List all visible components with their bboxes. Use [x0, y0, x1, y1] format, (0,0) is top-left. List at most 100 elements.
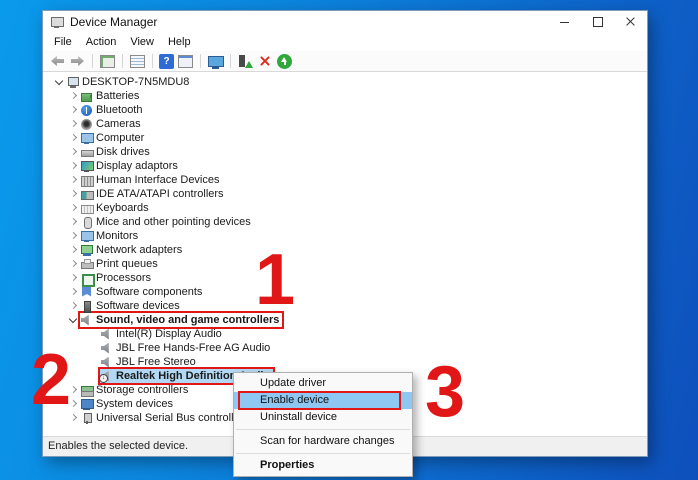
tree-item-bluetooth[interactable]: Bluetooth	[43, 103, 647, 117]
print-queue-icon	[81, 259, 93, 270]
chevron-icon[interactable]	[67, 285, 80, 299]
monitor-blue	[81, 133, 93, 144]
chevron-icon	[87, 341, 100, 355]
tree-item-print-queues[interactable]: Print queues	[43, 257, 647, 271]
tree-item-jbl-free-stereo[interactable]: JBL Free Stereo	[43, 355, 647, 369]
context-menu-item-update-driver[interactable]: Update driver	[234, 375, 412, 392]
computer-icon	[67, 77, 79, 88]
speaker-icon	[81, 315, 93, 326]
speaker-icon	[101, 357, 113, 368]
tree-item-monitors[interactable]: Monitors	[43, 229, 647, 243]
close-button[interactable]	[614, 11, 647, 33]
annotation-2: 2	[28, 344, 74, 416]
tree-item-label: JBL Free Stereo	[116, 356, 196, 368]
tree-item-label: Batteries	[96, 90, 139, 102]
toolbar-separator	[122, 54, 123, 68]
tree-item-label: IDE ATA/ATAPI controllers	[96, 188, 224, 200]
tree-item-label: Disk drives	[96, 146, 150, 158]
battery-icon	[81, 91, 93, 102]
ide-controller-icon	[81, 189, 93, 200]
tree-item-software-components[interactable]: Software components	[43, 285, 647, 299]
chevron-icon[interactable]	[67, 215, 80, 229]
tree-item-label: Cameras	[96, 118, 141, 130]
scan-changes-icon-button[interactable]	[277, 54, 292, 69]
tree-item-jbl-free-hands-free-ag-audio[interactable]: JBL Free Hands-Free AG Audio	[43, 341, 647, 355]
context-menu: Update driver Enable device Uninstall de…	[233, 372, 413, 477]
chevron-icon	[87, 369, 100, 383]
menu-view[interactable]: View	[123, 34, 161, 50]
chevron-icon[interactable]	[67, 187, 80, 201]
tree-item-label: Monitors	[96, 230, 138, 242]
update-driver-icon-button[interactable]	[237, 53, 254, 70]
menu-action[interactable]: Action	[79, 34, 124, 50]
tree-item-keyboards[interactable]: Keyboards	[43, 201, 647, 215]
uninstall-icon-button[interactable]	[257, 53, 274, 70]
annotation-3: 3	[422, 356, 468, 428]
context-menu-separator	[236, 429, 410, 430]
tree-item-intel-r-display-audio[interactable]: Intel(R) Display Audio	[43, 327, 647, 341]
tree-item-ide-ata-atapi-controllers[interactable]: IDE ATA/ATAPI controllers	[43, 187, 647, 201]
properties-window-icon-button[interactable]	[177, 53, 194, 70]
context-menu-item-scan-for-hardware-changes[interactable]: Scan for hardware changes	[234, 433, 412, 450]
context-menu-item-properties[interactable]: Properties	[234, 457, 412, 474]
chevron-icon[interactable]	[67, 201, 80, 215]
back-icon-button[interactable]	[49, 53, 66, 70]
chevron-icon[interactable]	[67, 89, 80, 103]
tree-item-label: Software devices	[96, 300, 180, 312]
tree-item-human-interface-devices[interactable]: Human Interface Devices	[43, 173, 647, 187]
chevron-icon[interactable]	[67, 257, 80, 271]
processor-icon	[81, 273, 93, 284]
chevron-icon[interactable]	[67, 103, 80, 117]
tree-item-batteries[interactable]: Batteries	[43, 89, 647, 103]
chevron-icon[interactable]	[67, 145, 80, 159]
title-bar[interactable]: Device Manager	[43, 11, 647, 33]
menu-file[interactable]: File	[47, 34, 79, 50]
chevron-icon[interactable]	[67, 299, 80, 313]
tree-item-processors[interactable]: Processors	[43, 271, 647, 285]
context-menu-separator	[236, 453, 410, 454]
minimize-button[interactable]	[548, 11, 581, 33]
speaker-disabled-icon	[101, 371, 113, 382]
chevron-icon[interactable]	[67, 243, 80, 257]
chevron-icon[interactable]	[53, 75, 66, 89]
console-tree-icon-button[interactable]	[99, 53, 116, 70]
menu-help[interactable]: Help	[161, 34, 198, 50]
tree-item-label: Bluetooth	[96, 104, 142, 116]
chevron-icon[interactable]	[67, 117, 80, 131]
chevron-icon[interactable]	[67, 131, 80, 145]
tree-item-network-adapters[interactable]: Network adapters	[43, 243, 647, 257]
chevron-icon[interactable]	[67, 173, 80, 187]
camera-icon	[81, 119, 93, 130]
chevron-icon[interactable]	[67, 159, 80, 173]
remote-computer-icon-button[interactable]	[207, 53, 224, 70]
speaker-icon	[101, 343, 113, 354]
tree-item-display-adaptors[interactable]: Display adaptors	[43, 159, 647, 173]
system-device-icon	[81, 399, 93, 410]
keyboard-icon	[81, 203, 93, 214]
chevron-icon[interactable]	[67, 313, 80, 327]
forward-icon-button[interactable]	[69, 53, 86, 70]
chevron-icon[interactable]	[67, 271, 80, 285]
tree-item-sound-video-and-game-controllers[interactable]: Sound, video and game controllers	[43, 313, 647, 327]
context-menu-item-enable-device[interactable]: Enable device	[234, 392, 412, 409]
device-manager-icon	[51, 17, 64, 28]
network-adapter-icon	[81, 245, 93, 256]
tree-item-cameras[interactable]: Cameras	[43, 117, 647, 131]
tree-item-computer[interactable]: Computer	[43, 131, 647, 145]
help-icon-button[interactable]	[159, 54, 174, 69]
tree-item-label: Mice and other pointing devices	[96, 216, 251, 228]
tree-item-disk-drives[interactable]: Disk drives	[43, 145, 647, 159]
tree-item-label: Processors	[96, 272, 151, 284]
tree-item-mice-and-other-pointing-devices[interactable]: Mice and other pointing devices	[43, 215, 647, 229]
tree-item-label: Network adapters	[96, 244, 182, 256]
maximize-button[interactable]	[581, 11, 614, 33]
tree-item-desktop-7n5mdu8[interactable]: DESKTOP-7N5MDU8	[43, 75, 647, 89]
usb-icon	[81, 413, 93, 424]
toolbar	[43, 51, 647, 72]
window-controls	[548, 11, 647, 33]
context-menu-item-uninstall-device[interactable]: Uninstall device	[234, 409, 412, 426]
toolbar-separator	[230, 54, 231, 68]
export-list-icon-button[interactable]	[129, 53, 146, 70]
chevron-icon[interactable]	[67, 229, 80, 243]
tree-item-software-devices[interactable]: Software devices	[43, 299, 647, 313]
